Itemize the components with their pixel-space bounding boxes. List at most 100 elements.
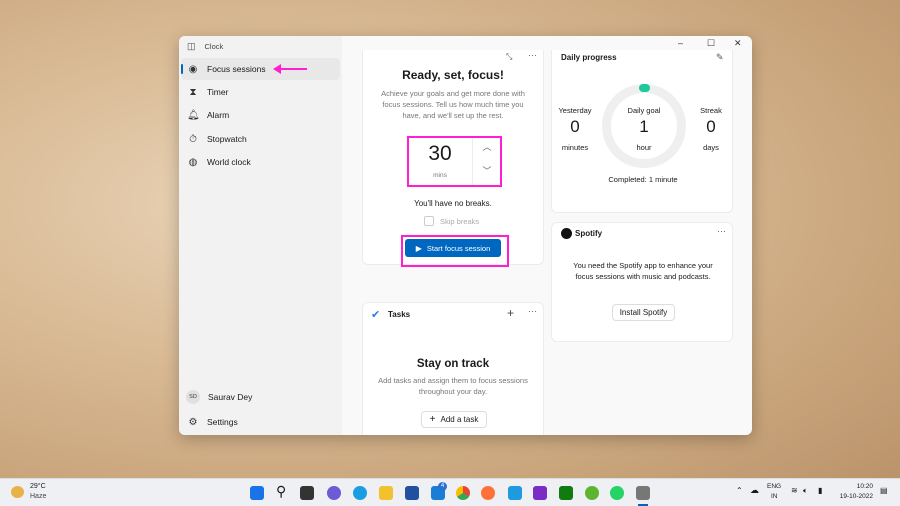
sidebar-item-focus-sessions[interactable]: ◉ Focus sessions	[181, 58, 340, 80]
start-focus-session-button[interactable]: ▶ Start focus session	[405, 239, 501, 257]
sidebar-item-alarm[interactable]: 🔔︎ Alarm	[181, 104, 340, 126]
focus-card: ⤡ ··· Ready, set, focus! Achieve your go…	[362, 50, 544, 267]
breaks-text: You'll have no breaks.	[414, 199, 492, 208]
daily-goal-label: Daily goal	[627, 106, 661, 115]
tasks-title: Tasks	[388, 310, 411, 319]
teams-chat-icon[interactable]	[327, 486, 341, 500]
chrome-icon[interactable]	[456, 486, 470, 500]
app-title: Clock	[204, 42, 224, 51]
sidebar: ◫ Clock ◉ Focus sessions ⧗ Timer 🔔︎ Alarm ⏱…	[179, 36, 342, 435]
sidebar-item-world-clock[interactable]: ◍ World clock	[181, 151, 340, 173]
sidebar-item-stopwatch[interactable]: ⏱︎ Stopwatch	[181, 128, 340, 150]
firefox-icon[interactable]	[481, 486, 495, 500]
start-icon[interactable]	[250, 486, 264, 500]
tasks-card: ✔ Tasks + ··· Stay on track Add tasks an…	[362, 302, 544, 435]
maximize-button[interactable]: ☐	[707, 38, 715, 49]
utorrent-icon[interactable]	[585, 486, 599, 500]
more-options-icon[interactable]: ···	[717, 226, 726, 236]
add-task-label: Add a task	[440, 415, 479, 424]
settings-label: Settings	[207, 417, 238, 427]
account-button[interactable]: SD Saurav Dey	[181, 386, 340, 408]
daily-progress-title: Daily progress	[561, 53, 617, 62]
sidebar-item-label: Timer	[207, 87, 229, 97]
install-spotify-button[interactable]: Install Spotify	[612, 304, 675, 321]
edge-icon[interactable]	[353, 486, 367, 500]
tasks-description: Add tasks and assign them to focus sessi…	[378, 376, 528, 396]
bell-icon: 🔔︎	[187, 109, 200, 121]
play-icon: ▶	[415, 243, 422, 253]
settings-button[interactable]: ⚙ Settings	[181, 411, 340, 433]
annotation-arrowhead	[273, 64, 281, 74]
clock-date[interactable]: 19-10-2022	[829, 493, 873, 500]
focus-description: Achieve your goals and get more done wit…	[381, 89, 525, 120]
hourglass-icon: ⧗	[189, 86, 197, 98]
skip-breaks-checkbox[interactable]: Skip breaks	[424, 216, 479, 226]
more-options-icon[interactable]: ···	[528, 50, 537, 60]
sidebar-item-label: World clock	[207, 157, 251, 167]
chevron-down-icon[interactable]: ﹀	[473, 164, 501, 177]
sidebar-item-label: Stopwatch	[207, 134, 247, 144]
xbox-icon[interactable]	[559, 486, 573, 500]
minutes-value[interactable]: 30	[409, 142, 471, 166]
monitor-app-icon[interactable]	[508, 486, 522, 500]
weather-desc[interactable]: Haze	[30, 493, 46, 500]
wifi-icon[interactable]: ≋	[791, 486, 798, 495]
task-view-icon[interactable]	[300, 486, 314, 500]
checkbox-box[interactable]	[424, 216, 434, 226]
todo-check-icon: ✔	[371, 309, 381, 321]
language-indicator[interactable]: ENG	[767, 483, 781, 490]
camera-app-icon[interactable]	[533, 486, 547, 500]
yesterday-value: 0	[570, 117, 580, 136]
battery-icon[interactable]: ▮	[818, 486, 822, 495]
search-icon[interactable]: ⚲	[276, 483, 290, 499]
progress-ring-fill	[639, 84, 650, 92]
taskbar: 29°C Haze ⚲ 4 ⌃ ☁ ENG IN ≋ 🔈︎ ▮ 10:20 19…	[0, 478, 900, 506]
app-title-bar: ◫ Clock	[187, 41, 223, 52]
stopwatch-icon: ⏱︎	[189, 133, 197, 145]
file-explorer-icon[interactable]	[379, 486, 393, 500]
plus-icon: +	[429, 414, 436, 425]
clock-window: ◫ Clock ◉ Focus sessions ⧗ Timer 🔔︎ Alarm ⏱…	[179, 36, 752, 435]
spotify-card: Spotify ··· You need the Spotify app to …	[551, 222, 733, 342]
spotify-message: You need the Spotify app to enhance your…	[573, 261, 713, 281]
volume-icon[interactable]: 🔈︎	[803, 486, 808, 496]
notification-icon[interactable]: ▤	[880, 486, 888, 495]
clock-app-icon: ◫	[187, 41, 196, 51]
completed-text: Completed: 1 minute	[608, 175, 678, 184]
sidebar-item-label: Focus sessions	[207, 64, 266, 74]
mail-icon[interactable]: 4	[431, 482, 447, 500]
sidebar-item-timer[interactable]: ⧗ Timer	[181, 81, 340, 103]
close-button[interactable]: ✕	[734, 38, 742, 49]
focus-icon: ◉	[188, 63, 198, 75]
streak-unit: days	[703, 143, 719, 152]
clock-time[interactable]: 10:20	[829, 483, 873, 490]
start-label: Start focus session	[426, 243, 491, 253]
yesterday-label: Yesterday	[558, 106, 592, 115]
gear-icon: ⚙	[188, 416, 198, 428]
clock-taskbar-icon[interactable]	[636, 486, 650, 500]
edit-pencil-icon[interactable]: ✎	[716, 52, 724, 63]
yesterday-unit: minutes	[561, 143, 589, 152]
avatar: SD	[186, 390, 200, 404]
daily-progress-card: Daily progress ✎ Yesterday 0 minutes Dai…	[551, 50, 733, 213]
minutes-unit: mins	[433, 172, 447, 179]
whatsapp-icon[interactable]	[610, 486, 624, 500]
chevron-up-icon[interactable]: ⌃	[736, 486, 743, 495]
duration-stepper[interactable]: 30 mins ︿ ﹀	[407, 136, 502, 187]
tasks-heading: Stay on track	[416, 358, 490, 370]
minimize-button[interactable]: –	[678, 38, 683, 48]
spotify-title: Spotify	[575, 229, 603, 238]
chevron-up-icon[interactable]: ︿	[473, 140, 501, 153]
add-task-button[interactable]: + Add a task	[421, 411, 487, 428]
globe-icon: ◍	[188, 156, 198, 168]
region-indicator[interactable]: IN	[771, 493, 778, 500]
more-options-icon[interactable]: ···	[528, 306, 537, 316]
add-task-plus-icon[interactable]: +	[507, 306, 514, 320]
sidebar-item-label: Alarm	[207, 110, 230, 120]
spotify-logo-icon	[561, 228, 572, 239]
compact-view-icon[interactable]: ⤡	[506, 52, 512, 62]
onedrive-icon[interactable]: ☁	[750, 485, 759, 496]
store-icon[interactable]	[405, 486, 419, 500]
weather-temp[interactable]: 29°C	[30, 483, 46, 490]
weather-icon[interactable]	[11, 486, 24, 498]
